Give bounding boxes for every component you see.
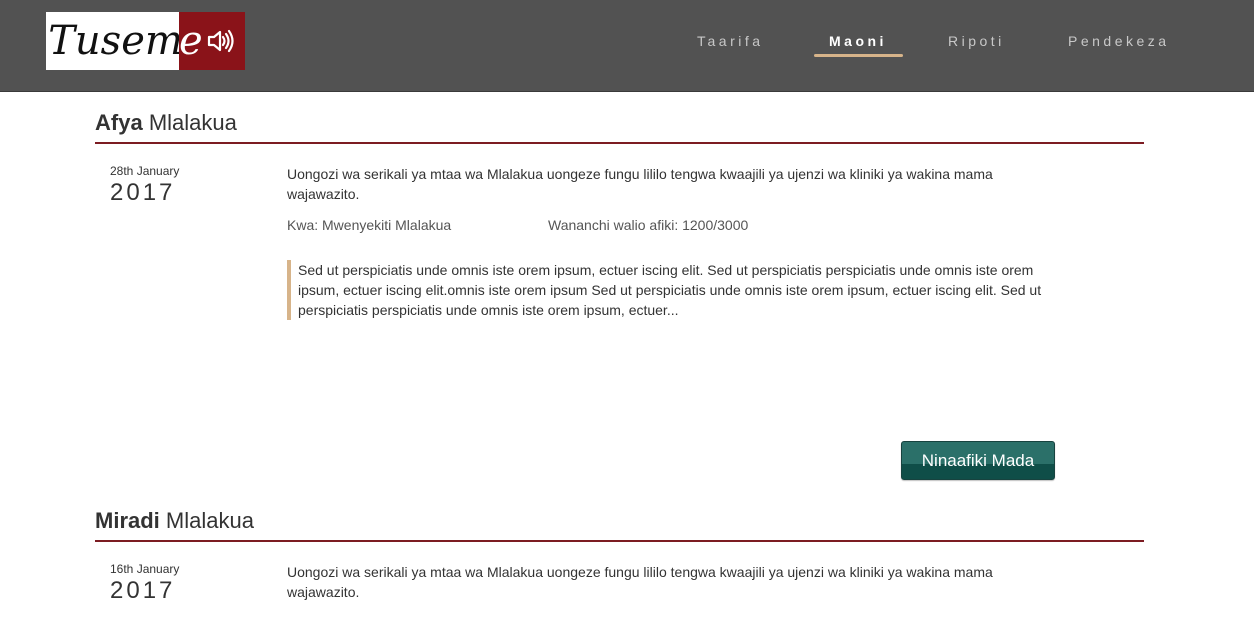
- top-header: Tusem e Taarifa Maoni Ripoti Pendekeza: [0, 0, 1254, 92]
- post-category-heading: Afya Mlalakua: [95, 106, 1144, 144]
- speaker-icon: [207, 29, 234, 53]
- date-day: 28th January: [110, 164, 180, 178]
- post-date: 16th January 2017: [110, 562, 179, 605]
- nav-maoni[interactable]: Maoni: [829, 33, 887, 49]
- category-name: Afya: [95, 110, 143, 135]
- date-year: 2017: [110, 179, 176, 206]
- agree-button[interactable]: Ninaafiki Mada: [901, 441, 1055, 480]
- location-name: Mlalakua: [165, 508, 254, 533]
- logo-text: Tusem: [48, 18, 183, 64]
- agreement-count: Wananchi walio afiki: 1200/3000: [548, 217, 749, 233]
- date-day: 16th January: [110, 562, 180, 576]
- logo-wordmark: Tusem: [46, 12, 183, 70]
- nav-taarifa[interactable]: Taarifa: [697, 33, 764, 49]
- post-category-heading: Miradi Mlalakua: [95, 504, 1144, 542]
- date-year: 2017: [110, 577, 176, 604]
- active-nav-indicator: [814, 54, 903, 57]
- nav-pendekeza[interactable]: Pendekeza: [1068, 33, 1170, 49]
- post-card: Miradi Mlalakua 16th January 2017 Uongoz…: [95, 504, 1144, 617]
- post-text: Uongozi wa serikali ya mtaa wa Mlalakua …: [287, 166, 993, 202]
- logo-badge: e: [179, 12, 245, 70]
- logo-letter: e: [179, 18, 203, 64]
- tuseme-logo[interactable]: Tusem e: [46, 12, 245, 70]
- location-name: Mlalakua: [148, 110, 237, 135]
- nav-ripoti[interactable]: Ripoti: [948, 33, 1005, 49]
- post-date: 28th January 2017: [110, 164, 179, 207]
- category-name: Miradi: [95, 508, 160, 533]
- post-author: Kwa: Mwenyekiti Mlalakua: [287, 217, 452, 233]
- post-card: Afya Mlalakua 28th January 2017 Uongozi …: [95, 106, 1144, 486]
- post-text: Uongozi wa serikali ya mtaa wa Mlalakua …: [287, 564, 993, 600]
- post-quote: Sed ut perspiciatis unde omnis iste orem…: [287, 260, 1068, 320]
